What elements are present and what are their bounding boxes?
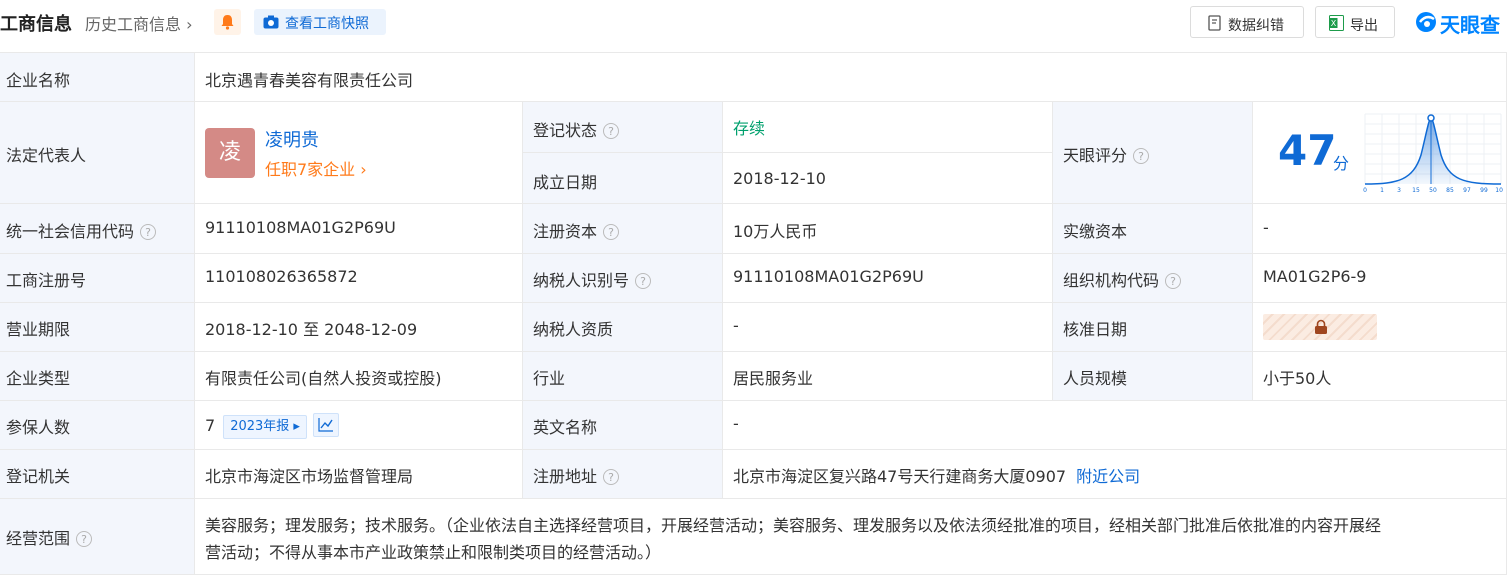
axis-tick: 100	[1495, 187, 1503, 194]
help-icon[interactable]: ?	[603, 469, 620, 485]
legal-rep-positions-link[interactable]: 任职7家企业 ›	[265, 156, 367, 180]
value-paid-capital: -	[1253, 204, 1507, 254]
value-credit-code: 91110108MA01G2P69U	[195, 204, 523, 254]
value-insured: 7 2023年报 ▸	[195, 401, 523, 450]
value-taxpayer-id: 91110108MA01G2P69U	[723, 254, 1053, 303]
value-company-name: 北京遇青春美容有限责任公司	[195, 52, 1507, 102]
avatar[interactable]: 凌	[205, 128, 255, 178]
label-taxpayer-id: 纳税人识别号?	[523, 254, 723, 303]
help-icon[interactable]: ?	[76, 531, 93, 547]
label-term: 营业期限	[0, 303, 195, 352]
value-address: 北京市海淀区复兴路47号天行建商务大厦0907 附近公司	[723, 450, 1507, 499]
label-company-type: 企业类型	[0, 352, 195, 401]
legal-rep-name[interactable]: 凌明贵	[265, 126, 319, 152]
value-score: 47 分 0 1 3 15 50 85 97 99 100	[1253, 102, 1507, 204]
value-company-type: 有限责任公司(自然人投资或控股)	[195, 352, 523, 401]
label-approval-date: 核准日期	[1053, 303, 1253, 352]
score-distribution-chart: 0 1 3 15 50 85 97 99 100	[1363, 113, 1503, 194]
section-header: 工商信息 历史工商信息 › 查看工商快照 数据纠错 X 导出 天眼查	[0, 0, 1507, 52]
section-title: 工商信息	[0, 14, 72, 35]
data-correction-button[interactable]: 数据纠错	[1190, 6, 1304, 38]
lock-icon	[1315, 319, 1327, 334]
label-industry: 行业	[523, 352, 723, 401]
logo-icon	[1416, 12, 1436, 32]
value-approval-date	[1253, 303, 1507, 352]
bell-icon[interactable]	[214, 9, 241, 35]
value-reg-capital: 10万人民币	[723, 204, 1053, 254]
score-unit: 分	[1333, 154, 1350, 173]
value-term: 2018-12-10 至 2048-12-09	[195, 303, 523, 352]
help-icon[interactable]: ?	[140, 224, 157, 240]
label-reg-capital: 注册资本?	[523, 204, 723, 254]
label-founded: 成立日期	[523, 153, 723, 204]
trend-chart-icon[interactable]	[312, 413, 339, 437]
score-value: 47	[1278, 126, 1337, 175]
camera-icon	[263, 15, 279, 29]
help-icon[interactable]: ?	[603, 123, 620, 139]
label-insured: 参保人数	[0, 401, 195, 450]
export-button[interactable]: X 导出	[1315, 6, 1395, 38]
address-text: 北京市海淀区复兴路47号天行建商务大厦0907	[733, 467, 1067, 486]
value-reg-status: 存续	[723, 102, 1053, 153]
value-reg-number: 110108026365872	[195, 254, 523, 303]
axis-tick: 50	[1429, 187, 1437, 194]
value-founded: 2018-12-10	[723, 153, 1053, 204]
label-org-code: 组织机构代码?	[1053, 254, 1253, 303]
label-reg-number: 工商注册号	[0, 254, 195, 303]
history-link[interactable]: 历史工商信息 ›	[85, 11, 193, 35]
label-paid-capital: 实缴资本	[1053, 204, 1253, 254]
help-icon[interactable]: ?	[1165, 273, 1182, 289]
value-scope: 美容服务；理发服务；技术服务。（企业依法自主选择经营项目，开展经营活动；美容服务…	[195, 499, 1507, 575]
axis-tick: 3	[1397, 187, 1401, 194]
label-legal-rep: 法定代表人	[0, 102, 195, 204]
scope-line-2: 营活动；不得从事本市产业政策禁止和限制类项目的经营活动。）	[205, 543, 662, 562]
value-industry: 居民服务业	[723, 352, 1053, 401]
label-taxpayer-qual: 纳税人资质	[523, 303, 723, 352]
help-icon[interactable]: ?	[635, 273, 652, 289]
axis-tick: 85	[1446, 187, 1454, 194]
label-company-name: 企业名称	[0, 52, 195, 102]
snapshot-button[interactable]: 查看工商快照	[254, 9, 386, 35]
value-taxpayer-qual: -	[723, 303, 1053, 352]
label-staff-size: 人员规模	[1053, 352, 1253, 401]
value-org-code: MA01G2P6-9	[1253, 254, 1507, 303]
locked-value[interactable]	[1263, 314, 1377, 340]
svg-text:X: X	[1331, 19, 1337, 28]
help-icon[interactable]: ?	[1133, 148, 1150, 164]
label-reg-status: 登记状态?	[523, 102, 723, 153]
insured-count: 7	[205, 416, 216, 435]
help-icon[interactable]: ?	[603, 224, 620, 240]
nearby-companies-link[interactable]: 附近公司	[1076, 467, 1140, 486]
scope-line-1: 美容服务；理发服务；技术服务。（企业依法自主选择经营项目，开展经营活动；美容服务…	[205, 516, 1382, 535]
annual-report-tag[interactable]: 2023年报 ▸	[223, 415, 307, 439]
value-english-name: -	[723, 401, 1507, 450]
value-authority: 北京市海淀区市场监督管理局	[195, 450, 523, 499]
value-legal-rep: 凌 凌明贵 任职7家企业 ›	[195, 102, 523, 204]
label-authority: 登记机关	[0, 450, 195, 499]
label-score: 天眼评分?	[1053, 102, 1253, 204]
axis-tick: 1	[1380, 187, 1384, 194]
label-credit-code: 统一社会信用代码?	[0, 204, 195, 254]
label-english-name: 英文名称	[523, 401, 723, 450]
axis-tick: 97	[1463, 187, 1471, 194]
label-address: 注册地址?	[523, 450, 723, 499]
axis-tick: 0	[1363, 187, 1367, 194]
axis-tick: 15	[1412, 187, 1420, 194]
value-staff-size: 小于50人	[1253, 352, 1507, 401]
label-scope: 经营范围?	[0, 499, 195, 575]
axis-tick: 99	[1480, 187, 1488, 194]
excel-icon: X	[1329, 15, 1344, 31]
document-edit-icon	[1208, 15, 1221, 31]
